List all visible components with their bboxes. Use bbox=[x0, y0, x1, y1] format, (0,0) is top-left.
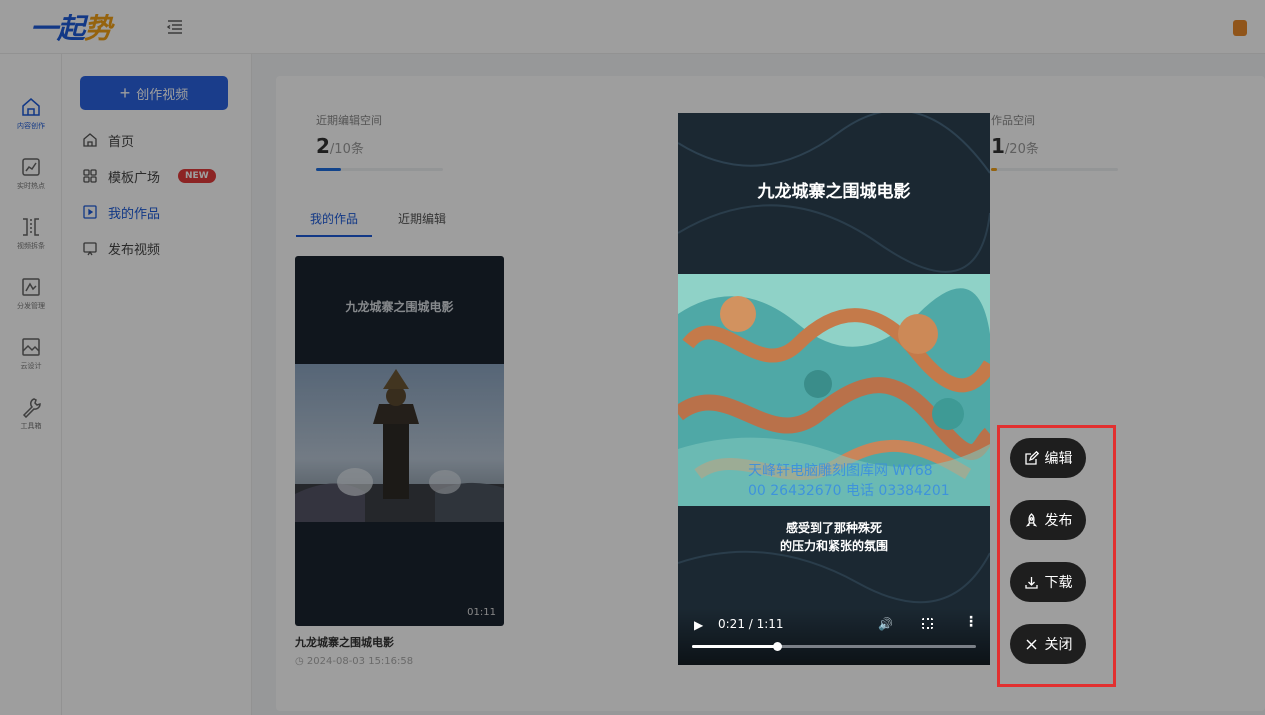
video-subtitle: 感受到了那种殊死 的压力和紧张的氛围 bbox=[678, 519, 990, 555]
fullscreen-icon[interactable] bbox=[922, 618, 933, 629]
video-watermark: 天峰轩电脑雕刻图库网 WY68 00 26432670 电话 03384201 bbox=[748, 461, 990, 501]
playback-scrubber-handle[interactable] bbox=[773, 642, 783, 651]
player-video-title: 九龙城寨之围城电影 bbox=[757, 182, 911, 202]
download-button[interactable]: 下载 bbox=[1010, 562, 1086, 602]
subtitle-line-2: 的压力和紧张的氛围 bbox=[779, 539, 888, 553]
subtitle-line-1: 感受到了那种殊死 bbox=[785, 521, 882, 535]
download-label: 下载 bbox=[1044, 574, 1073, 590]
playback-progress-fill bbox=[692, 645, 778, 648]
watermark-line-2: 00 26432670 电话 03384201 bbox=[748, 483, 950, 499]
edit-icon bbox=[1024, 450, 1039, 465]
edit-button[interactable]: 编辑 bbox=[1010, 438, 1086, 478]
playback-progress-bar[interactable] bbox=[692, 642, 976, 651]
play-icon[interactable]: ▶ bbox=[694, 618, 703, 632]
player-controls: ▶ 0:21 / 1:11 🔊 ⋮ bbox=[678, 608, 990, 665]
more-options-icon[interactable]: ⋮ bbox=[964, 615, 978, 629]
watermark-line-1: 天峰轩电脑雕刻图库网 WY68 bbox=[748, 463, 933, 479]
rocket-icon bbox=[1025, 512, 1037, 527]
playback-time: 0:21 / 1:11 bbox=[718, 617, 784, 631]
close-button[interactable]: 关闭 bbox=[1010, 624, 1086, 664]
download-icon bbox=[1024, 576, 1038, 589]
edit-label: 编辑 bbox=[1044, 450, 1073, 466]
publish-button[interactable]: 发布 bbox=[1010, 500, 1086, 540]
close-icon bbox=[1026, 639, 1036, 649]
video-player[interactable]: 九龙城寨之围城电影 天峰轩电脑雕刻图库网 WY68 00 26432670 电话… bbox=[678, 113, 990, 665]
close-label: 关闭 bbox=[1044, 636, 1073, 652]
volume-icon[interactable]: 🔊 bbox=[878, 617, 893, 631]
publish-label: 发布 bbox=[1044, 512, 1073, 528]
